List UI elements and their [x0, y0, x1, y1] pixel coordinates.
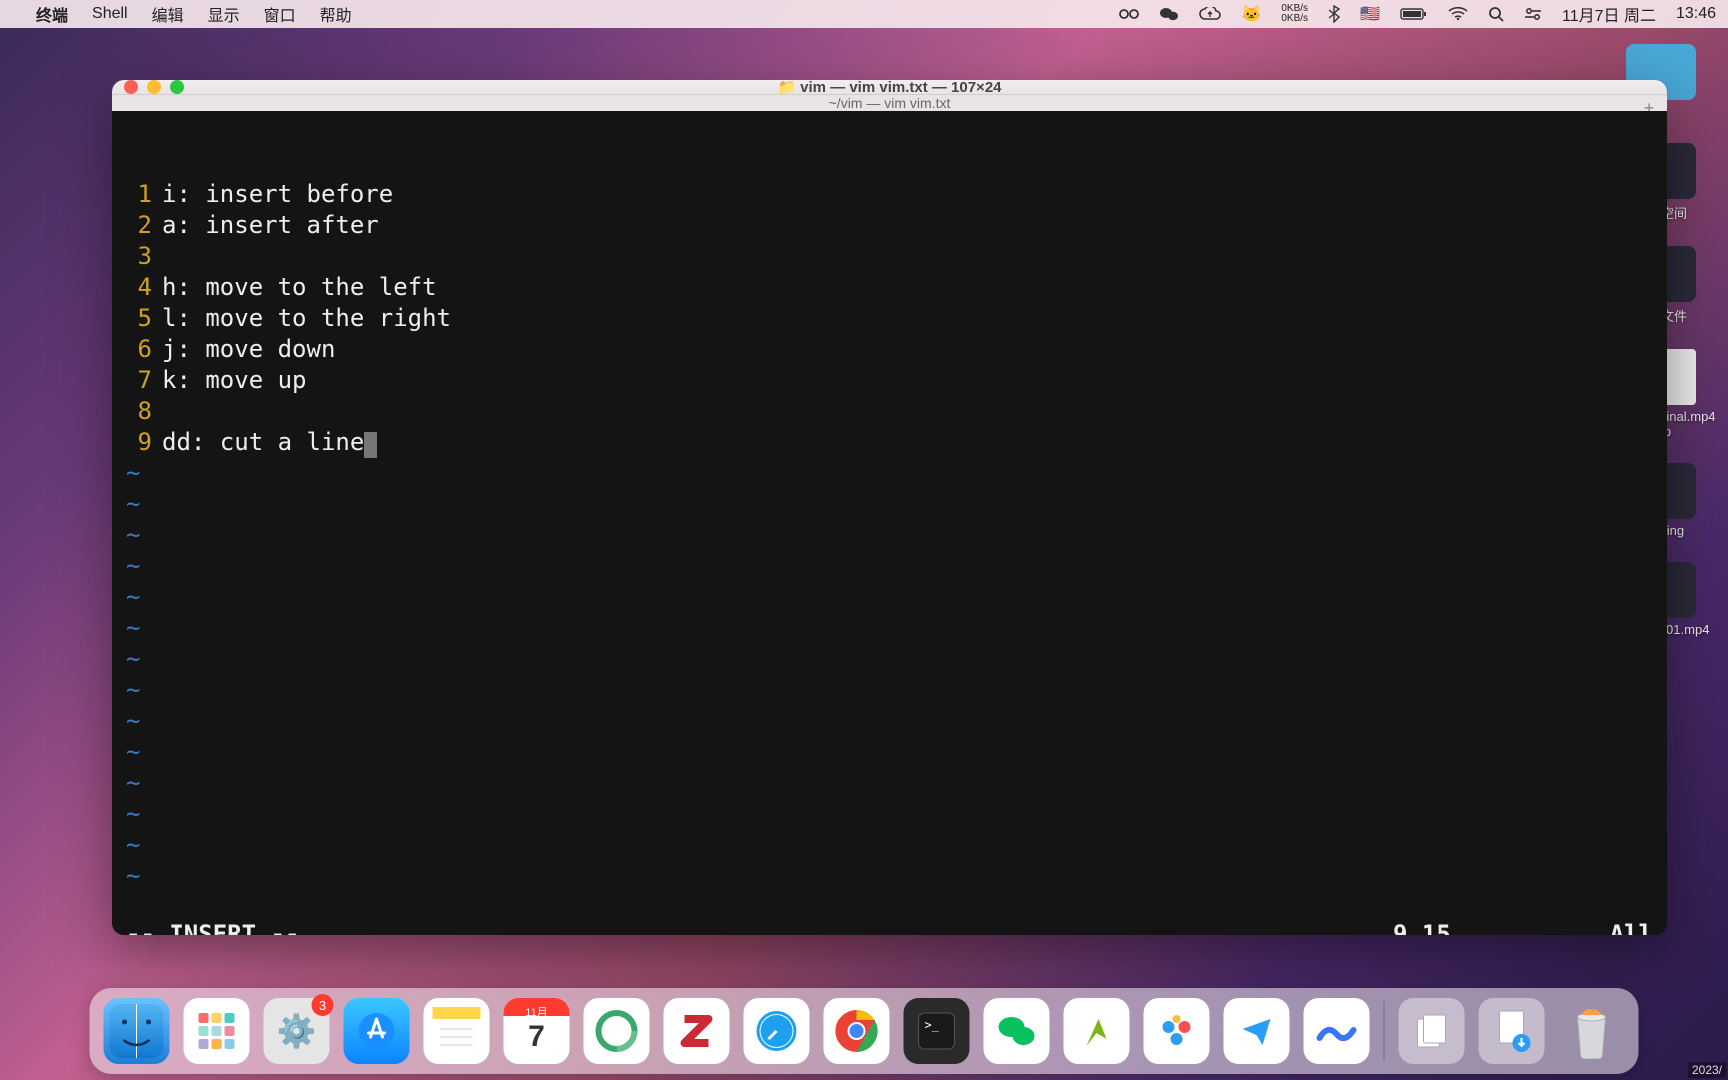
editor-line: 4h: move to the left — [126, 272, 1653, 303]
editor-line: 9dd: cut a line — [126, 427, 1653, 458]
settings-badge: 3 — [312, 994, 334, 1016]
dock-app-ifanr[interactable] — [1064, 998, 1130, 1064]
dock-recent-app[interactable] — [1399, 998, 1465, 1064]
dock-app-dingtalk[interactable] — [1224, 998, 1290, 1064]
tab-bar: ~/vim — vim vim.txt + — [112, 94, 1667, 111]
menubar-item-view[interactable]: 显示 — [208, 2, 240, 26]
link-icon[interactable] — [1119, 7, 1139, 21]
vim-scroll-percent: All — [1573, 919, 1653, 935]
editor-empty-line: ~ — [126, 768, 1653, 799]
cloud-sync-icon[interactable] — [1199, 7, 1221, 21]
zoom-button[interactable] — [170, 80, 184, 94]
editor-empty-line: ~ — [126, 706, 1653, 737]
minimize-button[interactable] — [147, 80, 161, 94]
editor-line: 6j: move down — [126, 334, 1653, 365]
dock-app-launchpad[interactable] — [184, 998, 250, 1064]
battery-icon[interactable] — [1400, 7, 1428, 21]
dock-app-wechat[interactable] — [984, 998, 1050, 1064]
vim-cursor-position: 9,15 — [1393, 919, 1573, 935]
editor-line: 5l: move to the right — [126, 303, 1653, 334]
dock-app-baidu-cloud[interactable] — [1144, 998, 1210, 1064]
dock-app-settings[interactable]: ⚙️ 3 — [264, 998, 330, 1064]
dock-separator — [1384, 1001, 1385, 1061]
editor-line: 2a: insert after — [126, 210, 1653, 241]
menubar-app-name[interactable]: 终端 — [36, 2, 68, 26]
dock-app-chrome[interactable] — [824, 998, 890, 1064]
cat-icon[interactable]: 🐱 — [1241, 4, 1261, 24]
wechat-menubar-icon[interactable] — [1159, 6, 1179, 22]
svg-text:>_: >_ — [925, 1018, 940, 1032]
spotlight-search-icon[interactable] — [1488, 6, 1504, 22]
network-speed-indicator[interactable]: 0KB/s 0KB/s — [1281, 4, 1308, 24]
menubar-item-shell[interactable]: Shell — [92, 5, 128, 23]
dock-app-green[interactable] — [584, 998, 650, 1064]
dock-trash[interactable] — [1559, 998, 1625, 1064]
vim-cursor — [364, 432, 377, 458]
editor-line: 7k: move up — [126, 365, 1653, 396]
editor-line: 3 — [126, 241, 1653, 272]
tab-active[interactable]: ~/vim — vim vim.txt — [829, 95, 951, 111]
editor-line: 1i: insert before — [126, 179, 1653, 210]
editor-empty-line: ~ — [126, 644, 1653, 675]
menubar: 终端 Shell 编辑 显示 窗口 帮助 🐱 0KB/s 0KB/s 🇺🇸 — [0, 0, 1728, 28]
dock-app-safari[interactable] — [744, 998, 810, 1064]
dock-downloads[interactable] — [1479, 998, 1545, 1064]
terminal-window: 📁vim — vim vim.txt — 107×24 ~/vim — vim … — [112, 80, 1667, 935]
window-titlebar[interactable]: 📁vim — vim vim.txt — 107×24 — [112, 80, 1667, 94]
control-center-icon[interactable] — [1524, 7, 1542, 21]
dock-app-calendar[interactable]: 11月 7 — [504, 998, 570, 1064]
editor-empty-line: ~ — [126, 489, 1653, 520]
menubar-item-edit[interactable]: 编辑 — [152, 2, 184, 26]
editor-empty-line: ~ — [126, 675, 1653, 706]
bluetooth-icon[interactable] — [1328, 5, 1340, 23]
terminal-content[interactable]: 1i: insert before2a: insert after34h: mo… — [112, 111, 1667, 935]
editor-line: 8 — [126, 396, 1653, 427]
close-button[interactable] — [124, 80, 138, 94]
dock-app-notes[interactable] — [424, 998, 490, 1064]
menubar-item-help[interactable]: 帮助 — [320, 2, 352, 26]
editor-empty-line: ~ — [126, 830, 1653, 861]
dock-app-zotero[interactable] — [664, 998, 730, 1064]
dock-app-terminal[interactable]: >_ — [904, 998, 970, 1064]
editor-empty-line: ~ — [126, 551, 1653, 582]
editor-empty-line: ~ — [126, 799, 1653, 830]
vim-mode: -- INSERT -- — [126, 919, 1393, 935]
wifi-icon[interactable] — [1448, 7, 1468, 21]
menubar-time[interactable]: 13:46 — [1676, 5, 1716, 23]
editor-empty-line: ~ — [126, 520, 1653, 551]
editor-empty-line: ~ — [126, 737, 1653, 768]
dock-app-appstore[interactable] — [344, 998, 410, 1064]
dock: ⚙️ 3 11月 7 >_ — [90, 988, 1639, 1074]
editor-empty-line: ~ — [126, 613, 1653, 644]
menubar-item-window[interactable]: 窗口 — [264, 2, 296, 26]
editor-empty-line: ~ — [126, 582, 1653, 613]
watermark: 2023/ — [1688, 1062, 1726, 1078]
editor-empty-line: ~ — [126, 861, 1653, 892]
dock-app-finder[interactable] — [104, 998, 170, 1064]
editor-empty-line: ~ — [126, 458, 1653, 489]
input-source-icon[interactable]: 🇺🇸 — [1360, 4, 1380, 24]
dock-app-meeting[interactable] — [1304, 998, 1370, 1064]
menubar-date[interactable]: 11月7日 周二 — [1562, 2, 1656, 26]
